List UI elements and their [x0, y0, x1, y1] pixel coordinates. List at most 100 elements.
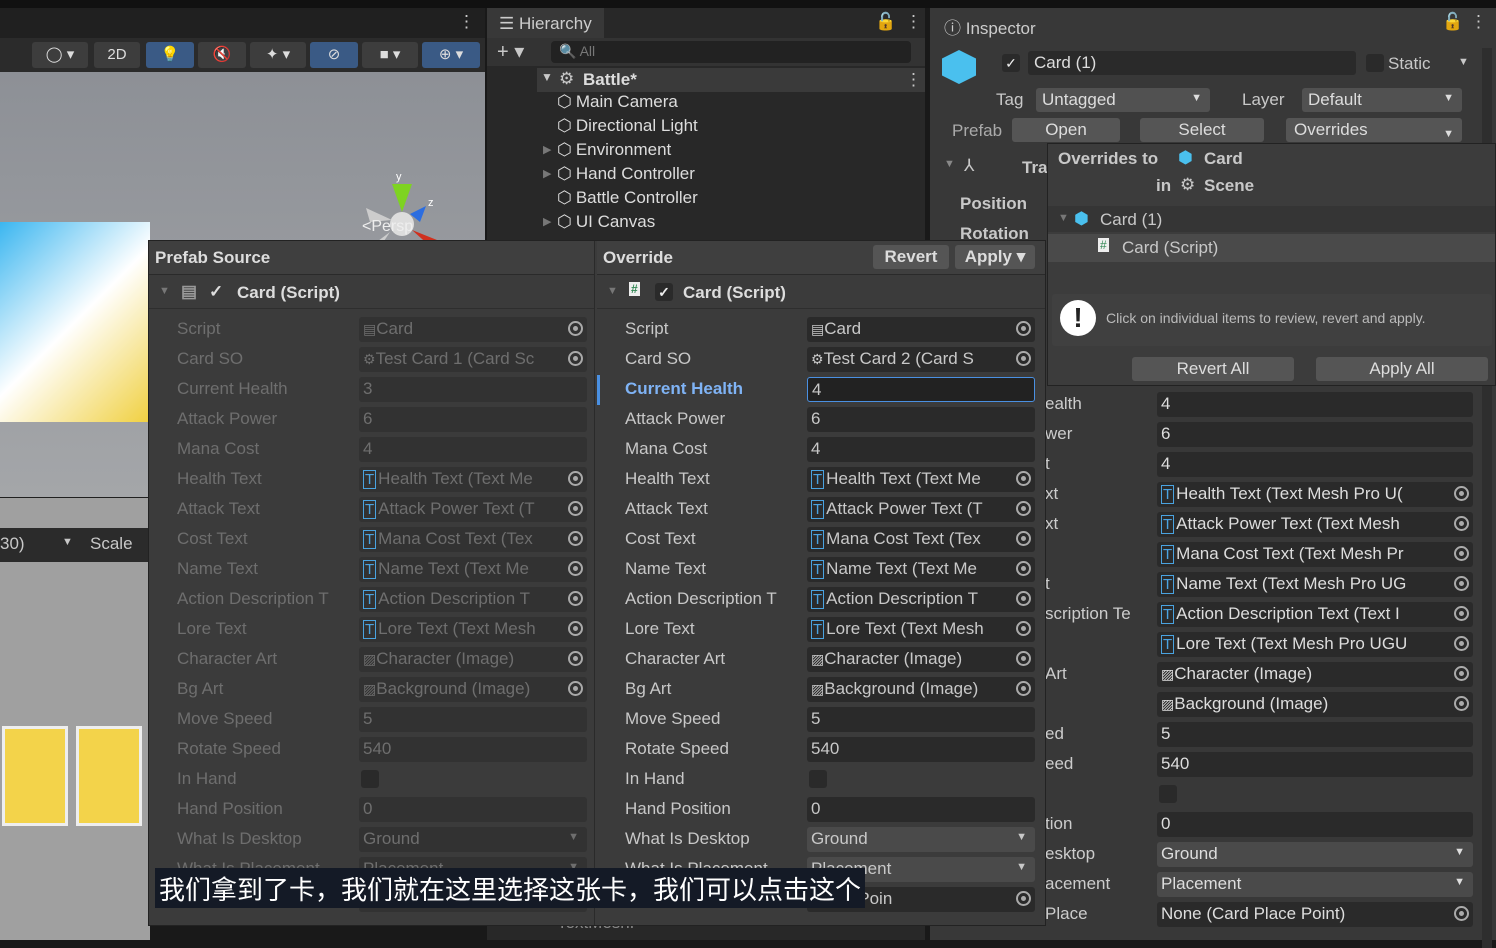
- resolution-dropdown[interactable]: 30): [0, 534, 25, 554]
- chevron-down-icon[interactable]: ▼: [1454, 846, 1465, 858]
- overrides-dropdown[interactable]: Overrides ▼: [1286, 118, 1462, 142]
- property-value[interactable]: T Lore Text (Text Mesh: [807, 617, 1035, 642]
- property-value[interactable]: ▤Card: [807, 317, 1035, 342]
- inspector-property-row[interactable]: acement Placement ▼: [1045, 871, 1485, 899]
- property-row[interactable]: Card SO ⚙Test Card 2 (Card S: [597, 345, 1045, 375]
- property-row[interactable]: In Hand: [149, 765, 594, 795]
- layer-dropdown[interactable]: Default ▼: [1302, 88, 1462, 112]
- open-prefab-button[interactable]: Open: [1012, 118, 1120, 142]
- object-picker-icon[interactable]: [568, 351, 583, 366]
- card-objects[interactable]: [0, 222, 150, 422]
- inspector-property-row[interactable]: Place None (Card Place Point): [1045, 901, 1485, 929]
- static-checkbox[interactable]: [1366, 54, 1384, 72]
- property-row[interactable]: Cost Text T Mana Cost Text (Tex: [149, 525, 594, 555]
- inspector-property-row[interactable]: t T Name Text (Text Mesh Pro UG: [1045, 571, 1485, 599]
- tree-root[interactable]: ▼ ⬢ Card (1): [1048, 206, 1495, 232]
- tab-inspector[interactable]: ⓘ Inspector: [932, 8, 1048, 38]
- inspector-property-row[interactable]: ed 5: [1045, 721, 1485, 749]
- property-row[interactable]: Script ▤Card: [149, 315, 594, 345]
- lighting-icon[interactable]: 💡: [146, 42, 194, 68]
- object-picker-icon[interactable]: [1454, 696, 1469, 711]
- property-row[interactable]: Bg Art ▨Background (Image): [597, 675, 1045, 705]
- property-row[interactable]: Move Speed 5: [597, 705, 1045, 735]
- property-row[interactable]: Mana Cost 4: [597, 435, 1045, 465]
- scene-row[interactable]: ▼ ⚙ Battle* ⋮: [537, 68, 925, 92]
- property-row[interactable]: Health Text T Health Text (Text Me: [149, 465, 594, 495]
- property-value[interactable]: 5: [1157, 722, 1473, 747]
- property-value[interactable]: ⚙Test Card 2 (Card S: [807, 347, 1035, 372]
- object-picker-icon[interactable]: [1016, 681, 1031, 696]
- apply-all-button[interactable]: Apply All: [1316, 357, 1488, 381]
- object-picker-icon[interactable]: [1454, 666, 1469, 681]
- inspector-property-row[interactable]: [1045, 781, 1485, 809]
- component-header[interactable]: ▼ # ✓ Card (Script): [597, 277, 1045, 309]
- property-row[interactable]: Lore Text T Lore Text (Text Mesh: [149, 615, 594, 645]
- expand-arrow-icon[interactable]: ▼: [944, 158, 955, 170]
- property-value[interactable]: 540: [807, 737, 1035, 762]
- tree-child-card-script[interactable]: # Card (Script): [1048, 234, 1495, 262]
- expand-arrow-icon[interactable]: ▼: [1058, 212, 1069, 224]
- property-value[interactable]: T Attack Power Text (T: [807, 497, 1035, 522]
- property-row[interactable]: What Is Desktop Ground ▼: [597, 825, 1045, 855]
- object-picker-icon[interactable]: [1454, 546, 1469, 561]
- object-picker-icon[interactable]: [1016, 891, 1031, 906]
- object-picker-icon[interactable]: [1454, 516, 1469, 531]
- hierarchy-item[interactable]: ▶ ⬡ Environment: [543, 140, 671, 160]
- property-row[interactable]: Rotate Speed 540: [149, 735, 594, 765]
- property-value[interactable]: T Action Description Text (Text I: [1157, 602, 1473, 627]
- property-row[interactable]: Attack Text T Attack Power Text (T: [149, 495, 594, 525]
- property-value[interactable]: 540: [1157, 752, 1473, 777]
- expand-arrow-icon[interactable]: ▼: [541, 70, 553, 84]
- property-value[interactable]: 4: [807, 437, 1035, 462]
- inspector-property-row[interactable]: ▨Background (Image): [1045, 691, 1485, 719]
- inspector-property-row[interactable]: xt T Health Text (Text Mesh Pro U(: [1045, 481, 1485, 509]
- visibility-icon[interactable]: ⊘: [310, 42, 358, 68]
- hierarchy-search-input[interactable]: 🔍 All: [551, 41, 911, 63]
- camera-icon[interactable]: ■ ▾: [362, 42, 418, 68]
- property-value[interactable]: 0: [1157, 812, 1473, 837]
- hierarchy-item[interactable]: ⬡ Directional Light: [557, 116, 698, 136]
- property-row[interactable]: Character Art ▨Character (Image): [149, 645, 594, 675]
- inspector-property-row[interactable]: esktop Ground ▼: [1045, 841, 1485, 869]
- object-picker-icon[interactable]: [568, 621, 583, 636]
- chevron-down-icon[interactable]: ▼: [1454, 876, 1465, 888]
- inspector-property-row[interactable]: eed 540: [1045, 751, 1485, 779]
- property-row[interactable]: Cost Text T Mana Cost Text (Tex: [597, 525, 1045, 555]
- object-picker-icon[interactable]: [568, 591, 583, 606]
- component-header[interactable]: ▼ ▤ ✓ Card (Script): [149, 277, 594, 309]
- object-picker-icon[interactable]: [1016, 351, 1031, 366]
- inspector-property-row[interactable]: scription Te T Action Description Text (Te…: [1045, 601, 1485, 629]
- object-picker-icon[interactable]: [568, 321, 583, 336]
- property-row[interactable]: Bg Art ▨Background (Image): [149, 675, 594, 705]
- persp-label[interactable]: <Persp: [362, 218, 413, 236]
- property-row[interactable]: Script ▤Card: [597, 315, 1045, 345]
- expand-arrow-icon[interactable]: ▶: [543, 143, 551, 156]
- property-value[interactable]: 6: [1157, 422, 1473, 447]
- property-row[interactable]: Hand Position 0: [597, 795, 1045, 825]
- inspector-property-row[interactable]: xt T Attack Power Text (Text Mesh: [1045, 511, 1485, 539]
- property-value[interactable]: T Health Text (Text Mesh Pro U(: [1157, 482, 1473, 507]
- transform-header[interactable]: Tra: [1022, 158, 1048, 178]
- property-row[interactable]: Current Health 4: [597, 375, 1045, 405]
- gizmos-icon[interactable]: ⊕ ▾: [422, 42, 480, 68]
- property-row[interactable]: Action Description T T Action Description …: [149, 585, 594, 615]
- property-value[interactable]: None (Card Place Point): [1157, 902, 1473, 927]
- property-row[interactable]: Current Health 3: [149, 375, 594, 405]
- tab-hierarchy[interactable]: ☰ Hierarchy: [487, 8, 604, 38]
- lock-icon[interactable]: 🔓: [1442, 12, 1463, 32]
- object-picker-icon[interactable]: [568, 681, 583, 696]
- property-value[interactable]: ▨Character (Image): [807, 647, 1035, 672]
- audio-mute-icon[interactable]: 🔇: [198, 42, 246, 68]
- object-picker-icon[interactable]: [1016, 621, 1031, 636]
- property-value[interactable]: ▨Character (Image): [1157, 662, 1473, 687]
- inspector-property-row[interactable]: t4: [1045, 451, 1485, 479]
- property-row[interactable]: Move Speed 5: [149, 705, 594, 735]
- chevron-down-icon[interactable]: ▼: [1016, 831, 1027, 843]
- more-menu-icon[interactable]: ⋮: [905, 12, 922, 32]
- property-value[interactable]: 4: [1157, 452, 1473, 477]
- property-value[interactable]: ▨Background (Image): [1157, 692, 1473, 717]
- object-picker-icon[interactable]: [1454, 576, 1469, 591]
- property-value[interactable]: 4: [1157, 392, 1473, 417]
- object-picker-icon[interactable]: [568, 501, 583, 516]
- property-row[interactable]: Attack Power 6: [149, 405, 594, 435]
